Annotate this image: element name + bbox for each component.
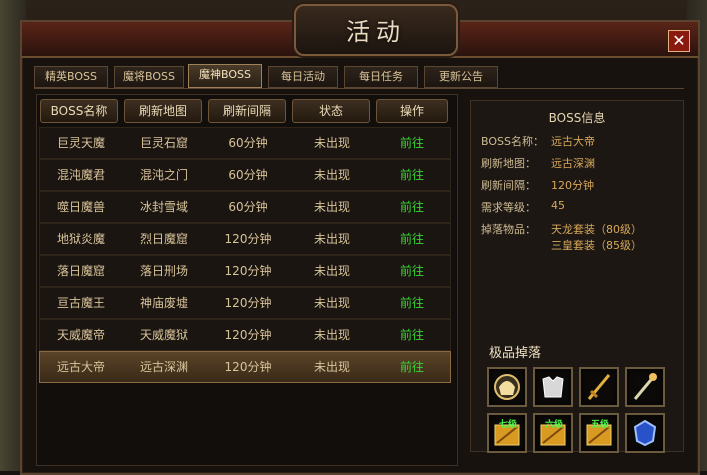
tab-elite-boss[interactable]: 精英BOSS xyxy=(34,66,108,88)
boss-row[interactable]: 噬日魔兽 冰封雪域 60分钟 未出现 前往 xyxy=(39,191,451,223)
boss-interval: 120分钟 xyxy=(224,232,272,246)
boss-interval: 60分钟 xyxy=(228,200,268,214)
blue-gem-icon xyxy=(633,419,657,447)
close-button[interactable]: ✕ xyxy=(668,30,690,52)
drop-slot[interactable] xyxy=(579,367,619,407)
grade-badge: 七级 xyxy=(499,420,518,430)
grade-badge: 五级 xyxy=(591,420,610,430)
boss-interval: 60分钟 xyxy=(228,168,268,182)
boss-name: 巨灵天魔 xyxy=(56,136,105,150)
boss-interval: 120分钟 xyxy=(224,264,272,278)
boss-status: 未出现 xyxy=(313,296,350,310)
boss-name: 落日魔窟 xyxy=(56,264,105,278)
tab-god-boss[interactable]: 魔神BOSS xyxy=(188,64,262,88)
boss-name: 噬日魔兽 xyxy=(56,200,105,214)
tab-daily-task[interactable]: 每日任务 xyxy=(344,66,418,88)
header-boss-name: BOSS名称 xyxy=(40,99,118,123)
boss-map: 混沌之门 xyxy=(139,168,188,182)
boss-status: 未出现 xyxy=(313,232,350,246)
drop-item-1: 天龙套装（80级） xyxy=(551,223,642,236)
header-refresh-interval: 刷新间隔 xyxy=(208,99,286,123)
boss-name-value: 远古大帝 xyxy=(551,135,595,148)
boss-info-panel: BOSS信息 BOSS名称： 远古大帝 刷新地图： 远古深渊 刷新间隔： 120… xyxy=(470,100,684,453)
title-plate: 活动 xyxy=(294,4,458,56)
goto-link[interactable]: 前往 xyxy=(374,352,450,382)
boss-status: 未出现 xyxy=(313,328,350,342)
drop-item-2: 三皇套装（85级） xyxy=(551,239,642,252)
required-level-value: 45 xyxy=(551,199,565,212)
activity-window: 活动 ✕ 精英BOSS 魔将BOSS 魔神BOSS 每日活动 每日任务 更新公告… xyxy=(20,4,700,475)
goto-link[interactable]: 前往 xyxy=(374,320,450,350)
boss-name: 远古大帝 xyxy=(56,360,105,374)
boss-status: 未出现 xyxy=(313,200,350,214)
refresh-interval-label: 刷新间隔： xyxy=(481,179,536,192)
boss-row[interactable]: 天威魔帝 天威魔狱 120分钟 未出现 前往 xyxy=(39,319,451,351)
refresh-map-label: 刷新地图： xyxy=(481,157,536,170)
drop-slot[interactable]: 七级 xyxy=(487,413,527,453)
drop-slot[interactable] xyxy=(625,413,665,453)
boss-map: 天威魔狱 xyxy=(139,328,188,342)
boss-row[interactable]: 混沌魔君 混沌之门 60分钟 未出现 前往 xyxy=(39,159,451,191)
refresh-map-value: 远古深渊 xyxy=(551,157,595,170)
goto-link[interactable]: 前往 xyxy=(374,128,450,158)
drop-slot[interactable] xyxy=(487,367,527,407)
sword-icon xyxy=(587,374,611,400)
goto-link[interactable]: 前往 xyxy=(374,256,450,286)
header-refresh-map: 刷新地图 xyxy=(124,99,202,123)
goto-link[interactable]: 前往 xyxy=(374,288,450,318)
boss-name: 混沌魔君 xyxy=(56,168,105,182)
boss-row-selected[interactable]: 远古大帝 远古深渊 120分钟 未出现 前往 xyxy=(39,351,451,383)
boss-map: 冰封雪域 xyxy=(139,200,188,214)
boss-interval: 120分钟 xyxy=(224,328,272,342)
drop-slot[interactable]: 六级 xyxy=(533,413,573,453)
boss-name-label: BOSS名称： xyxy=(481,135,544,148)
boss-map: 巨灵石窟 xyxy=(139,136,188,150)
boss-status: 未出现 xyxy=(313,264,350,278)
drop-slot[interactable] xyxy=(533,367,573,407)
boss-name: 亘古魔王 xyxy=(56,296,105,310)
boss-name: 天威魔帝 xyxy=(56,328,105,342)
drop-items-label: 掉落物品： xyxy=(481,223,536,236)
boss-map: 落日刑场 xyxy=(139,264,188,278)
boss-row[interactable]: 地狱炎魔 烈日魔窟 120分钟 未出现 前往 xyxy=(39,223,451,255)
boss-row[interactable]: 亘古魔王 神庙废墟 120分钟 未出现 前往 xyxy=(39,287,451,319)
boss-row[interactable]: 落日魔窟 落日刑场 120分钟 未出现 前往 xyxy=(39,255,451,287)
header-status: 状态 xyxy=(292,99,370,123)
tab-general-boss[interactable]: 魔将BOSS xyxy=(114,66,184,88)
grade-badge: 六级 xyxy=(545,420,564,430)
goto-link[interactable]: 前往 xyxy=(374,160,450,190)
drop-slot[interactable]: 五级 xyxy=(579,413,619,453)
boss-interval: 120分钟 xyxy=(224,296,272,310)
tab-update-notice[interactable]: 更新公告 xyxy=(424,66,498,88)
boss-map: 远古深渊 xyxy=(139,360,188,374)
drop-slot[interactable] xyxy=(625,367,665,407)
game-background: 活动 ✕ 精英BOSS 魔将BOSS 魔神BOSS 每日活动 每日任务 更新公告… xyxy=(0,0,707,475)
refresh-interval-value: 120分钟 xyxy=(551,179,594,192)
boss-status: 未出现 xyxy=(313,360,350,374)
staff-icon xyxy=(633,373,657,400)
header-action: 操作 xyxy=(376,99,448,123)
tab-daily-activity[interactable]: 每日活动 xyxy=(268,66,338,88)
boss-status: 未出现 xyxy=(313,136,350,150)
boss-map: 烈日魔窟 xyxy=(139,232,188,246)
window-title: 活动 xyxy=(346,18,406,46)
goto-link[interactable]: 前往 xyxy=(374,224,450,254)
boss-interval: 60分钟 xyxy=(228,136,268,150)
boss-row[interactable]: 巨灵天魔 巨灵石窟 60分钟 未出现 前往 xyxy=(39,127,451,159)
silver-armor-icon xyxy=(542,376,564,398)
golden-helmet-icon xyxy=(494,374,520,400)
premium-drops-title: 极品掉落 xyxy=(489,346,542,361)
boss-name: 地狱炎魔 xyxy=(56,232,105,246)
required-level-label: 需求等级： xyxy=(481,201,536,214)
boss-map: 神庙废墟 xyxy=(139,296,188,310)
boss-status: 未出现 xyxy=(313,168,350,182)
boss-table: BOSS名称 刷新地图 刷新间隔 状态 操作 巨灵天魔 巨灵石窟 60分钟 未出… xyxy=(36,94,458,466)
goto-link[interactable]: 前往 xyxy=(374,192,450,222)
tab-divider xyxy=(34,88,684,89)
boss-interval: 120分钟 xyxy=(224,360,272,374)
boss-info-title: BOSS信息 xyxy=(548,111,606,125)
